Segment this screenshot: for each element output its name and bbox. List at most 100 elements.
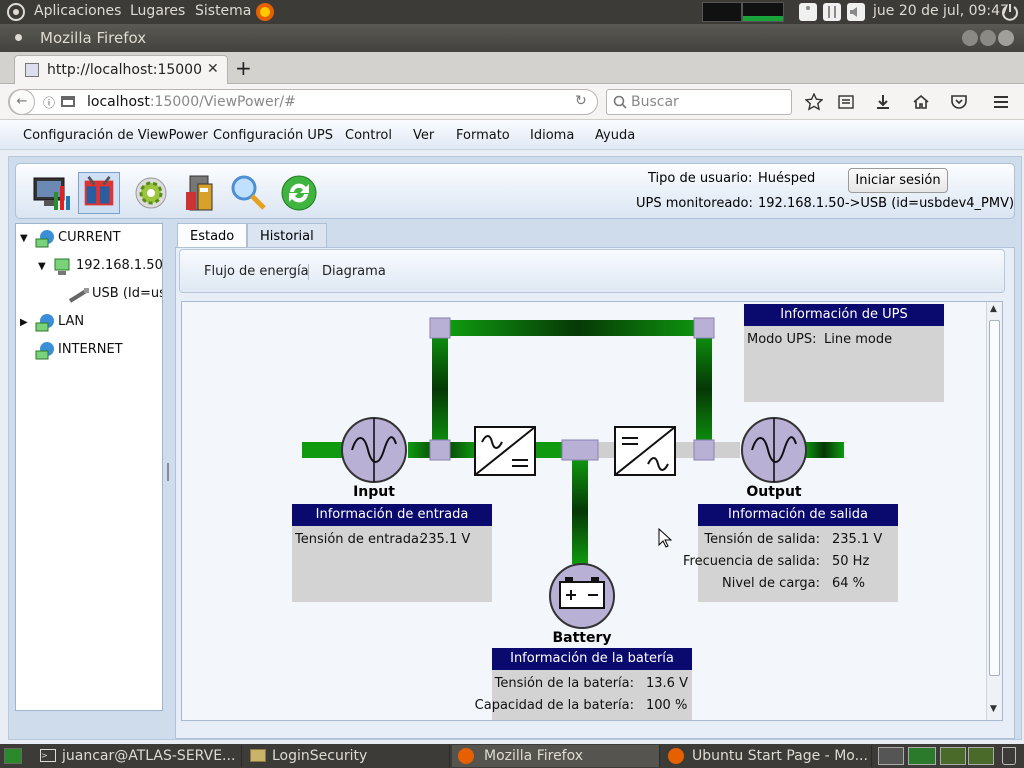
show-desktop-icon[interactable] (4, 748, 22, 764)
search-box[interactable]: Buscar (606, 89, 792, 115)
trash-icon[interactable] (1002, 747, 1016, 765)
workspace-switcher-3[interactable] (940, 747, 966, 765)
ubuntu-logo-icon[interactable] (6, 2, 26, 22)
search-magnifier-icon[interactable] (228, 172, 270, 214)
download-icon[interactable] (874, 93, 892, 111)
network-globe-icon (35, 230, 54, 248)
bookmark-star-icon[interactable] (805, 93, 823, 111)
window-titlebar: Mozilla Firefox (0, 24, 1024, 52)
subtab-diagram[interactable]: Diagrama (322, 264, 386, 279)
menu-formato[interactable]: Formato (456, 128, 510, 143)
page-favicon-icon (25, 63, 39, 77)
output-ac-icon (741, 417, 807, 483)
task-terminal[interactable]: > juancar@ATLAS-SERVE... (32, 745, 242, 767)
menu-ver[interactable]: Ver (413, 128, 434, 143)
task-firefox[interactable]: Mozilla Firefox (452, 745, 660, 767)
back-button[interactable]: ← (9, 89, 35, 115)
output-freq-label: Frecuencia de salida: (682, 554, 820, 569)
system-top-panel: Aplicaciones Lugares Sistema jue 20 de j… (0, 0, 1024, 24)
window-menu-dot-icon[interactable] (15, 34, 22, 41)
tree-item-internet[interactable]: INTERNET (58, 342, 123, 357)
reload-icon[interactable]: ↻ (575, 93, 587, 109)
expand-current-icon[interactable]: ▼ (20, 233, 28, 244)
refresh-icon[interactable] (278, 172, 320, 214)
menu-sistema[interactable]: Sistema (195, 3, 251, 19)
menu-idioma[interactable]: Idioma (530, 128, 574, 143)
network-arrows-icon[interactable] (822, 2, 842, 22)
app-menubar: Configuración de ViewPower Configuración… (0, 120, 1024, 150)
input-ac-icon (341, 417, 407, 483)
menu-viewpower-config[interactable]: Configuración de ViewPower (23, 128, 208, 143)
control-gear-icon[interactable] (130, 172, 172, 214)
login-button[interactable]: Iniciar sesión (848, 168, 948, 193)
task-loginsecurity[interactable]: LoginSecurity (244, 745, 450, 767)
energy-flow-diagram: Input Output Battery Información de UPS … (181, 301, 1003, 721)
clock[interactable]: jue 20 de jul, 09:47 (873, 3, 1009, 19)
tree-item-ip[interactable]: 192.168.1.50 (76, 258, 163, 273)
power-icon[interactable] (1000, 2, 1020, 22)
ups-monitored-value: 192.168.1.50->USB (id=usbdev4_PMV) (758, 196, 1015, 211)
menu-lugares[interactable]: Lugares (130, 3, 185, 19)
task-loginsecurity-label: LoginSecurity (272, 748, 368, 764)
ups-device-icon[interactable] (180, 172, 222, 214)
user-type-value: Huésped (758, 171, 816, 186)
menu-ups-config[interactable]: Configuración UPS (213, 128, 333, 143)
maximize-button[interactable] (980, 30, 996, 46)
browser-tabbar: http://localhost:15000 ✕ + (0, 52, 1024, 84)
battery-info-title: Información de la batería (492, 648, 692, 670)
input-info-panel: Información de entrada Tensión de entrad… (292, 504, 492, 602)
hamburger-menu-icon[interactable] (992, 93, 1010, 111)
scroll-thumb[interactable] (989, 320, 1000, 676)
minimize-button[interactable] (962, 30, 978, 46)
tree-item-usb[interactable]: USB (Id=us (92, 286, 162, 301)
workspace-switcher-1[interactable] (878, 747, 904, 765)
subtab-energy-flow[interactable]: Flujo de energía (204, 264, 309, 279)
new-tab-button[interactable]: + (235, 56, 252, 80)
battery-voltage-label: Tensión de la batería: (494, 676, 634, 691)
task-ubuntu-start-label: Ubuntu Start Page - Mo... (692, 748, 868, 764)
menu-aplicaciones[interactable]: Aplicaciones (34, 3, 121, 19)
ups-mode-label: Modo UPS: (747, 332, 817, 347)
mouse-cursor-icon (658, 528, 672, 548)
info-icon[interactable]: ⓘ (43, 94, 55, 111)
expand-lan-icon[interactable]: ▶ (20, 317, 28, 328)
accessibility-icon[interactable] (798, 2, 818, 22)
tree-item-lan[interactable]: LAN (58, 314, 84, 329)
browser-tab[interactable]: http://localhost:15000 ✕ (14, 55, 228, 84)
ups-info-title: Información de UPS (744, 304, 944, 326)
task-ubuntu-start[interactable]: Ubuntu Start Page - Mo... (662, 745, 872, 767)
device-tree: ▼ CURRENT ▼ 192.168.1.50 USB (Id=us ▶ LA… (15, 223, 163, 711)
workspace-switcher-4[interactable] (968, 747, 994, 765)
tab-estado[interactable]: Estado (177, 223, 248, 249)
panel-splitter[interactable] (165, 223, 171, 711)
diagram-scrollbar[interactable]: ▲ ▼ (986, 302, 1002, 720)
workspace-switcher-2[interactable] (908, 747, 936, 765)
tab-close-icon[interactable]: ✕ (207, 61, 219, 77)
expand-ip-icon[interactable]: ▼ (38, 261, 46, 272)
firefox-launcher-icon[interactable] (255, 2, 275, 22)
reading-list-icon[interactable] (837, 93, 855, 111)
tree-item-current[interactable]: CURRENT (58, 230, 121, 245)
output-label: Output (746, 484, 802, 500)
close-button[interactable] (998, 30, 1014, 46)
menu-control[interactable]: Control (345, 128, 392, 143)
page-list-icon[interactable] (61, 96, 75, 107)
scroll-up-arrow-icon[interactable]: ▲ (990, 304, 997, 314)
volume-icon[interactable] (846, 2, 866, 22)
task-firefox-label: Mozilla Firefox (484, 748, 584, 764)
pocket-icon[interactable] (950, 93, 968, 111)
network-monitor-graph (742, 2, 784, 22)
user-type-label: Tipo de usuario: (648, 171, 753, 186)
monitor-icon[interactable] (30, 172, 72, 214)
url-text[interactable]: localhost:15000/ViewPower/# (87, 94, 296, 110)
battery-label: Battery (552, 630, 612, 646)
battery-capacity-label: Capacidad de la batería: (474, 698, 634, 713)
main-tabs: Estado Historial (177, 221, 1013, 249)
tab-historial[interactable]: Historial (247, 223, 327, 249)
url-bar[interactable]: ← ⓘ localhost:15000/ViewPower/# ↻ (8, 89, 598, 115)
settings-tools-icon[interactable] (78, 172, 120, 214)
lan-globe-icon (35, 314, 54, 332)
menu-ayuda[interactable]: Ayuda (595, 128, 635, 143)
home-icon[interactable] (912, 93, 930, 111)
scroll-down-arrow-icon[interactable]: ▼ (990, 704, 997, 714)
